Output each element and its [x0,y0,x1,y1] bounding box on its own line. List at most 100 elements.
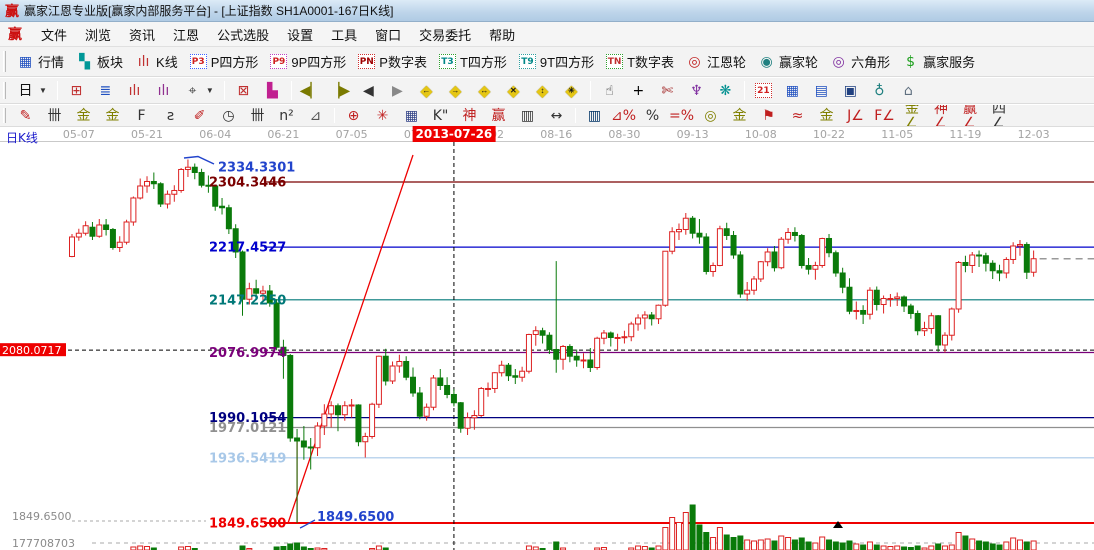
toolbar-drag-handle[interactable] [3,108,6,123]
winner-wheel-label: 赢家轮 [779,52,818,71]
toolbar-drag-handle[interactable] [3,51,6,71]
gold-levels-2-button[interactable]: 金 [812,105,841,126]
candle-body [697,233,702,237]
gann-expand-all-button[interactable]: ◆✳ [557,80,586,101]
gold-angle-button[interactable]: 金∠ [899,105,928,126]
gold-grid-2-button[interactable]: 金 [98,105,127,126]
candle-body [356,405,361,442]
gold-circle-button[interactable]: ◎ [696,105,725,126]
gann-compress-button[interactable]: ◆✕ [499,80,528,101]
fence-tool-button[interactable]: 卌 [243,105,272,126]
remote-pc-button[interactable]: ⌂ [894,80,923,101]
percent-level-button[interactable]: =% [667,105,696,126]
menu-item-help[interactable]: 帮助 [480,26,524,45]
shen-angle-button[interactable]: 神∠ [928,105,957,126]
gold-grid-1-button[interactable]: 金 [69,105,98,126]
gann-expand-both-button[interactable]: ◆↔ [470,80,499,101]
percent-slope-button[interactable]: ⊿% [609,105,638,126]
knot-tool-button[interactable]: ❋ [711,80,740,101]
main-gann-wheel-button[interactable]: ◎江恩轮 [680,50,752,73]
main-kline-button[interactable]: ılıK线 [129,50,184,73]
main-sectors-button[interactable]: ▚板块 [70,50,129,73]
candle-body [581,360,586,361]
mini-chart-3-button[interactable]: ılı [120,80,149,101]
menu-item-browse[interactable]: 浏览 [76,26,120,45]
hand-tool-button[interactable]: ☝ [595,80,624,101]
volume-profile-button[interactable]: ▙ [258,80,287,101]
f-angle-button[interactable]: F∠ [870,105,899,126]
kline-chart[interactable]: 2080.07171849.65001777087032334.33012304… [0,142,1094,550]
multi-window-button[interactable]: ⊞ [62,80,91,101]
measure-dropdown-button[interactable]: ⌖▼ [178,80,220,101]
calendar-button[interactable]: 21 [749,81,778,100]
menu-item-trade[interactable]: 交易委托 [410,26,480,45]
main-p-square-button[interactable]: P3P四方形 [184,50,265,73]
grid-tool-button[interactable]: 卌 [40,105,69,126]
next-bar-button[interactable]: ▶ [383,80,412,101]
main-winner-service-button[interactable]: $赢家服务 [896,50,981,73]
period-dropdown-button[interactable]: 日▼ [11,80,53,101]
price-flag-button[interactable]: ⚑ [754,105,783,126]
toolbar-drag-handle[interactable] [3,82,6,100]
menu-item-news[interactable]: 资讯 [120,26,164,45]
four-angle-button[interactable]: 四∠ [986,105,1015,126]
shen-grid-button[interactable]: 神 [455,105,484,126]
main-p9-square-button[interactable]: P99P四方形 [264,50,352,73]
first-page-button[interactable]: ◀▏ [296,80,325,101]
gann-expand-both-icon: ◆↔ [476,82,493,99]
spiral-tool-button[interactable]: ƨ [156,105,185,126]
volume-bar [1011,538,1016,550]
zebra-grid-button[interactable]: ▥ [513,105,542,126]
paint-brush-button[interactable]: ✎ [11,105,40,126]
wave-lines-icon: ≈ [789,107,806,124]
quote-report-button[interactable]: ≣ [91,80,120,101]
star-web-button[interactable]: ✳ [368,105,397,126]
web-sync-button[interactable]: ♁ [865,80,894,101]
last-page-button[interactable]: ▕▶ [325,80,354,101]
k-mark-button[interactable]: K" [426,105,455,126]
n-square-tool-button[interactable]: n² [272,105,301,126]
percent-tool-button[interactable]: % [638,105,667,126]
span-arrows-button[interactable]: ↔ [542,105,571,126]
gann-expand-left-button[interactable]: ◆← [412,80,441,101]
menu-item-formula-select[interactable]: 公式选股 [208,26,278,45]
web-grid-button[interactable]: ▦ [397,105,426,126]
main-t9-square-button[interactable]: T99T四方形 [513,50,600,73]
main-hexagon-button[interactable]: ◎六角形 [824,50,896,73]
candle-body [526,334,531,371]
main-winner-wheel-button[interactable]: ◉赢家轮 [752,50,824,73]
gann-expand-right-button[interactable]: ◆→ [441,80,470,101]
win-angle-button[interactable]: 赢∠ [957,105,986,126]
save-button[interactable]: ▣ [836,80,865,101]
menu-item-settings[interactable]: 设置 [278,26,322,45]
crosshair-tool-button[interactable]: + [624,80,653,101]
menu-item-window[interactable]: 窗口 [366,26,410,45]
menu-item-tools[interactable]: 工具 [322,26,366,45]
win-grid-button[interactable]: 赢 [484,105,513,126]
menu-item-file[interactable]: 文件 [32,26,76,45]
marker-brush-button[interactable]: ✐ [185,105,214,126]
main-p-number-table-button[interactable]: PNP数字表 [352,50,433,73]
f-grid-button[interactable]: F [127,105,156,126]
angle-ruler-button[interactable]: ⊿ [301,105,330,126]
prev-bar-button[interactable]: ◀ [354,80,383,101]
tag-tool-button[interactable]: ✄ [653,80,682,101]
main-quotes-button[interactable]: ▦行情 [11,50,70,73]
main-t-square-button[interactable]: T3T四方形 [433,50,513,73]
j-angle-button[interactable]: J∠ [841,105,870,126]
pattern-window-button[interactable]: ⊠ [229,80,258,101]
net-tool-button[interactable]: ♆ [682,80,711,101]
notebook-button[interactable]: ▤ [807,80,836,101]
wave-lines-button[interactable]: ≈ [783,105,812,126]
crosshair-circle-button[interactable]: ⊕ [339,105,368,126]
main-t-number-table-button[interactable]: TNT数字表 [600,50,680,73]
gann-expand-vert-button[interactable]: ◆↕ [528,80,557,101]
circle-gauge-button[interactable]: ◷ [214,105,243,126]
title-bar[interactable]: 赢 赢家江恩专业版[赢家内部服务平台] - [上证指数 SH1A0001-167… [0,0,1094,22]
menu-item-gann[interactable]: 江恩 [164,26,208,45]
gold-levels-button[interactable]: 金 [725,105,754,126]
ratio-table-button[interactable]: ▥ [580,105,609,126]
volume-bar [185,547,190,550]
calculator-button[interactable]: ▦ [778,80,807,101]
mini-chart-9-button[interactable]: ılı [149,80,178,101]
